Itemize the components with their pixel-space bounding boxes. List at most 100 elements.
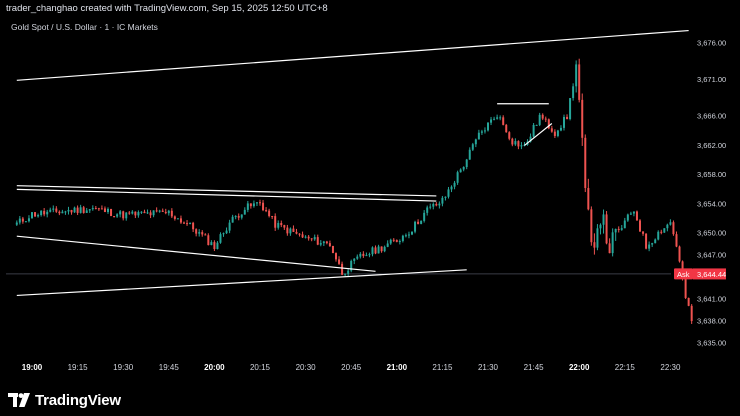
candle-body (301, 234, 304, 238)
candle-body (231, 216, 234, 223)
candle-body (441, 197, 444, 204)
candle-body (338, 259, 341, 264)
candle-body (61, 211, 64, 214)
candle-body (535, 124, 538, 126)
candle-body (687, 297, 690, 306)
candle-body (420, 220, 423, 224)
candle-body (629, 213, 632, 215)
candle-body (85, 210, 88, 213)
candle-body (374, 247, 377, 254)
candle-body (417, 221, 420, 224)
candle-body (657, 231, 660, 240)
tradingview-logo[interactable]: TradingView (8, 389, 121, 411)
candle-body (97, 208, 100, 210)
candle-body (684, 278, 687, 298)
candle-body (642, 231, 645, 234)
candle-body (24, 221, 27, 223)
price-axis-label: 3,647.00 (697, 251, 726, 260)
candle-body (18, 218, 21, 223)
candle-body (398, 241, 401, 243)
price-axis-label: 3,662.00 (697, 141, 726, 150)
candle-body (73, 207, 76, 213)
candle-body (268, 210, 271, 217)
candle-body (198, 232, 201, 234)
candle-body (395, 240, 398, 242)
candle-body (553, 131, 556, 136)
candle-body (298, 233, 301, 235)
candle-body (82, 207, 85, 213)
candle-body (262, 202, 265, 211)
trendline-4[interactable] (16, 235, 376, 272)
time-axis-label: 20:00 (204, 363, 225, 372)
candle-body (453, 182, 456, 187)
candle-body (328, 243, 331, 246)
candle-body (319, 243, 322, 245)
time-axis-label: 22:15 (615, 363, 636, 372)
chart-title[interactable]: Gold Spot / U.S. Dollar · 1 · IC Markets (11, 22, 158, 32)
candle-body (234, 216, 237, 218)
candle-body (67, 210, 70, 212)
candle-body (556, 130, 559, 136)
candle-body (335, 253, 337, 260)
candle-body (100, 208, 103, 210)
trendline-1[interactable] (16, 29, 689, 81)
candle-body (575, 64, 578, 87)
candle-body (578, 64, 581, 100)
candle-body (487, 122, 489, 131)
candle-body (447, 189, 450, 197)
candle-body (566, 116, 569, 120)
candle-body (660, 231, 663, 233)
candle-body (596, 228, 599, 248)
chart-frame[interactable]: 3,676.00 3,671.00 3,666.00 3,662.00 3,658.00… (0, 16, 740, 383)
candle-body (228, 222, 231, 231)
candle-body (541, 114, 544, 119)
candle-body (669, 222, 672, 225)
candle-body (550, 128, 553, 132)
candle-body (259, 202, 261, 204)
candle-body (225, 230, 228, 234)
candle-body (34, 212, 37, 217)
candle-body (493, 118, 496, 120)
candle-body (243, 209, 246, 215)
candle-body (505, 124, 508, 133)
top-caption-bar: trader_changhao created with TradingView… (0, 0, 740, 16)
candle-body (632, 211, 635, 214)
candle-body (222, 233, 225, 235)
candle-body (392, 239, 395, 241)
candle-body (310, 238, 313, 240)
candle-body (605, 214, 608, 244)
candlestick-chart[interactable]: 3,676.00 3,671.00 3,666.00 3,662.00 3,658.00… (0, 16, 740, 383)
candle-body (386, 243, 389, 247)
candle-body (331, 245, 334, 254)
candle-body (255, 202, 258, 204)
price-axis-label: 3,635.00 (697, 339, 726, 348)
candle-body (341, 263, 344, 275)
candle-body (55, 208, 58, 212)
candle-body (456, 172, 459, 183)
trendline-7[interactable] (524, 123, 553, 146)
candle-body (353, 258, 356, 261)
candle-body (94, 208, 97, 210)
candle-body (344, 273, 347, 275)
ask-label-text: Ask (677, 270, 690, 279)
candle-body (164, 211, 167, 214)
candle-body (517, 141, 520, 147)
candle-body (176, 218, 179, 220)
candle-body (283, 225, 286, 228)
candle-body (502, 117, 505, 125)
candle-body (219, 234, 222, 243)
candle-body (64, 211, 67, 213)
price-axis-label: 3,654.00 (697, 199, 726, 208)
candle-body (620, 228, 623, 230)
candle-body (292, 228, 295, 232)
candle-body (110, 208, 113, 217)
candle-body (544, 118, 547, 120)
candle-body (152, 210, 155, 216)
ask-price-badge[interactable]: Ask 3,644.44 (674, 268, 726, 280)
candle-body (103, 208, 106, 213)
candle-body (471, 144, 474, 150)
candle-body (514, 141, 517, 145)
candle-body (167, 210, 170, 214)
time-axis-label: 20:45 (341, 363, 362, 372)
candle-body (316, 237, 319, 245)
